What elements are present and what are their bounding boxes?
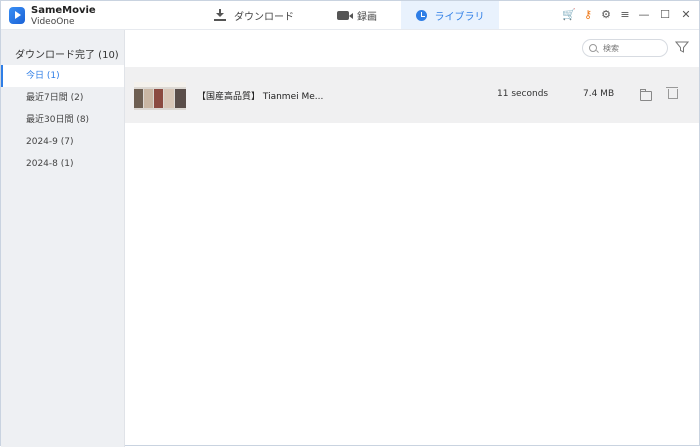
sidebar-item-last-7-days[interactable]: 最近7日間 (2) <box>1 87 124 109</box>
cart-icon[interactable]: 🛒 <box>562 8 576 22</box>
main-panel: 【国産高品質】 Tianmei Me... 11 seconds 7.4 MB <box>125 30 699 445</box>
download-icon <box>214 9 226 21</box>
sidebar-item-today[interactable]: 今日 (1) <box>1 65 124 87</box>
tab-record[interactable]: 録画 <box>318 1 396 29</box>
minimize-icon[interactable]: — <box>637 8 651 22</box>
tab-download[interactable]: ダウンロード <box>204 1 304 29</box>
tab-record-label: 録画 <box>357 11 377 23</box>
gear-icon[interactable]: ⚙ <box>599 8 613 22</box>
table-row[interactable]: 【国産高品質】 Tianmei Me... 11 seconds 7.4 MB <box>125 67 699 123</box>
maximize-icon[interactable]: ☐ <box>658 8 672 22</box>
menu-icon[interactable]: ≡ <box>618 8 632 22</box>
search-input[interactable] <box>603 43 658 53</box>
brand-name: SameMovie <box>31 5 96 16</box>
sidebar-title: ダウンロード完了 (10) <box>15 50 119 61</box>
video-thumbnail <box>134 82 186 110</box>
brand-subtitle: VideoOne <box>31 17 75 27</box>
tab-library-label: ライブラリ <box>434 11 485 23</box>
clock-icon <box>415 9 427 21</box>
app-window: SameMovie VideoOne ダウンロード 録画 ライブラリ 🛒 ⚷ ⚙… <box>0 0 700 447</box>
library-toolbar <box>125 30 699 68</box>
tab-library[interactable]: ライブラリ <box>401 1 499 29</box>
sidebar-item-2024-9[interactable]: 2024-9 (7) <box>1 131 124 153</box>
search-icon <box>589 44 597 52</box>
filter-icon[interactable] <box>675 40 689 54</box>
video-title: 【国産高品質】 Tianmei Me... <box>197 92 324 102</box>
sidebar-item-2024-8[interactable]: 2024-8 (1) <box>1 153 124 175</box>
title-bar: SameMovie VideoOne ダウンロード 録画 ライブラリ 🛒 ⚷ ⚙… <box>1 1 699 30</box>
video-size: 7.4 MB <box>583 89 615 99</box>
close-icon[interactable]: ✕ <box>679 8 693 22</box>
trash-icon[interactable] <box>666 87 678 99</box>
key-icon[interactable]: ⚷ <box>581 8 595 22</box>
folder-icon[interactable] <box>640 89 652 101</box>
tab-download-label: ダウンロード <box>234 11 294 23</box>
video-duration: 11 seconds <box>497 89 549 99</box>
search-box[interactable] <box>582 39 668 57</box>
app-logo-icon <box>9 7 25 24</box>
sidebar-item-last-30-days[interactable]: 最近30日間 (8) <box>1 109 124 131</box>
sidebar: ダウンロード完了 (10) 今日 (1) 最近7日間 (2) 最近30日間 (8… <box>1 30 125 447</box>
video-camera-icon <box>337 10 353 20</box>
